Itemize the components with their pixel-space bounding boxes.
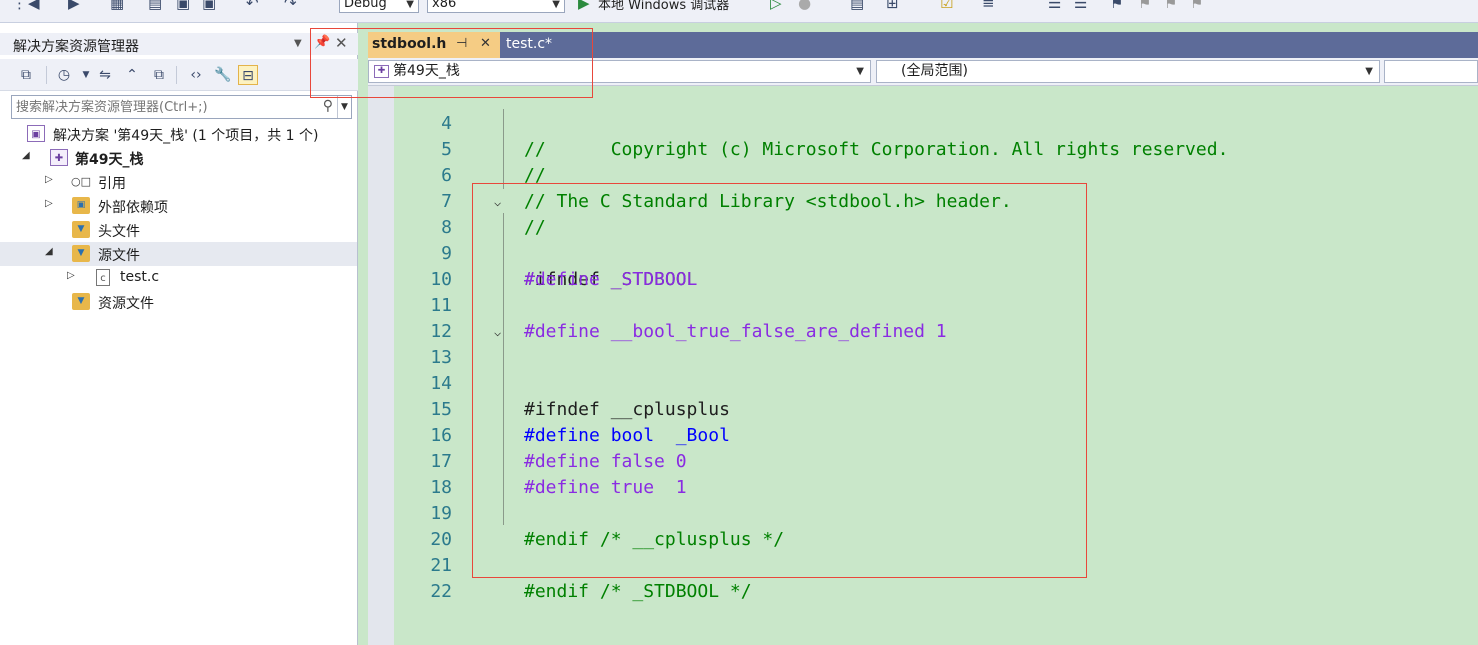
tree-item-label: 外部依赖项 [98, 200, 168, 216]
grip-icon: ⋮ [12, 0, 27, 12]
tree-item-label: 源文件 [98, 248, 140, 264]
tree-item-solution[interactable]: ▣ 解决方案 '第49天_栈' (1 个项目，共 1 个) [0, 122, 357, 146]
expanded-arrow-icon[interactable]: ◢ [22, 150, 30, 161]
tree-item-label: 解决方案 '第49天_栈' (1 个项目，共 1 个) [53, 128, 319, 144]
undo-icon[interactable]: ↶ [246, 0, 259, 12]
indent-icon[interactable]: ☰ [1048, 0, 1061, 12]
start-without-debug-icon[interactable]: ▷ [770, 0, 782, 12]
code-view-icon[interactable]: ‹› [186, 65, 206, 85]
collapse-all-icon[interactable]: ⌃ [122, 65, 142, 85]
back-icon[interactable]: ◀ [28, 0, 40, 12]
chevron-down-icon[interactable]: ▼ [294, 38, 302, 49]
external-deps-icon: ▣ [72, 197, 90, 214]
check-icon[interactable]: ☑ [940, 0, 953, 12]
tree-item-label: 引用 [98, 176, 126, 192]
tree-item-label: 资源文件 [98, 296, 154, 312]
annotation-box-tabs [310, 28, 593, 98]
comment-icon[interactable]: ≡ [982, 0, 995, 12]
forward-icon[interactable]: ▶ [68, 0, 80, 12]
save-all-icon[interactable]: ▣ [202, 0, 216, 12]
project-icon: ✚ [50, 149, 68, 166]
save-icon[interactable]: ▣ [176, 0, 190, 12]
collapsed-arrow-icon[interactable]: ▷ [67, 270, 75, 281]
chevron-down-icon[interactable]: ▼ [76, 65, 96, 85]
stop-icon[interactable]: ● [798, 0, 811, 12]
folder-filter-icon: ▼ [72, 221, 90, 238]
tree-item-project[interactable]: ◢ ✚ 第49天_栈 [0, 146, 357, 170]
line-number: 22 [430, 581, 452, 602]
tree-item-header-files[interactable]: ▼ 头文件 [0, 218, 357, 242]
tree-item-label: 头文件 [98, 224, 140, 240]
folder-filter-icon: ▼ [72, 245, 90, 262]
vs-solution-icon[interactable]: ⧉ [16, 65, 36, 85]
outdent-icon[interactable]: ☰ [1074, 0, 1087, 12]
solution-icon: ▣ [27, 125, 45, 142]
main-toolbar: ⋮ ◀ ▶ ▦ ▤ ▣ ▣ ↶ ↷ Debug ▼ x86 ▼ ▶ 本地 Win… [0, 0, 1478, 23]
open-folder-icon[interactable]: ▤ [148, 0, 162, 12]
line-text: #endif /* _STDBOOL */ [524, 581, 752, 602]
scope-dropdown[interactable]: (全局范围) ▼ [876, 60, 1380, 83]
solution-explorer-toolbar: ⧉ ◷ ▼ ⇋ ⌃ ⧉ ‹› 🔧 ⊟ [0, 59, 358, 91]
tree-item-resource-files[interactable]: ▼ 资源文件 [0, 290, 357, 314]
code-line[interactable]: 6 // The C Standard Library <stdbool.h> … [394, 137, 1478, 212]
collapsed-arrow-icon[interactable]: ▷ [45, 174, 53, 185]
platform-select[interactable]: x86 ▼ [427, 0, 565, 13]
tree-item-source-files[interactable]: ◢ ▼ 源文件 [0, 242, 357, 266]
folder-filter-icon: ▼ [72, 293, 90, 310]
preview-icon[interactable]: ⊟ [238, 65, 258, 85]
panel-title: 解决方案资源管理器 [13, 39, 139, 55]
wrench-icon[interactable]: 🔧 [213, 65, 233, 85]
references-icon: ○□ [71, 175, 91, 188]
bookmark-clear-icon[interactable]: ⚑ [1190, 0, 1203, 12]
history-icon[interactable]: ◷ [54, 65, 74, 85]
solution-explorer-panel: 解决方案资源管理器 ▼ 📌 ✕ ⧉ ◷ ▼ ⇋ ⌃ ⧉ ‹› 🔧 ⊟ ⚲ ▼ ▣… [0, 23, 358, 645]
new-item-icon[interactable]: ▦ [110, 0, 124, 12]
config-value: Debug [344, 0, 387, 11]
chevron-down-icon[interactable]: ▼ [337, 96, 351, 118]
tree-item-label: 第49天_栈 [75, 152, 144, 168]
copy-icon[interactable]: ⧉ [149, 65, 169, 85]
start-debugger-button[interactable]: 本地 Windows 调试器 [598, 0, 729, 13]
vs-window: ⋮ ◀ ▶ ▦ ▤ ▣ ▣ ↶ ↷ Debug ▼ x86 ▼ ▶ 本地 Win… [0, 0, 1478, 645]
screenshot-icon[interactable]: ▤ [850, 0, 864, 12]
c-file-icon: c [96, 269, 110, 286]
chevron-down-icon: ▼ [856, 66, 864, 77]
expanded-arrow-icon[interactable]: ◢ [45, 246, 53, 257]
bookmark-prev-icon[interactable]: ⚑ [1138, 0, 1151, 12]
chevron-down-icon: ▼ [552, 0, 560, 10]
config-select[interactable]: Debug ▼ [339, 0, 419, 13]
solution-explorer-titlebar: 解决方案资源管理器 ▼ 📌 ✕ [0, 33, 358, 55]
bookmark-next-icon[interactable]: ⚑ [1164, 0, 1177, 12]
code-line[interactable]: 5 // [394, 111, 1478, 186]
hierarchy-icon[interactable]: ⊞ [886, 0, 899, 12]
collapsed-arrow-icon[interactable]: ▷ [45, 198, 53, 209]
annotation-box-code [472, 183, 1087, 578]
play-icon[interactable]: ▶ [578, 0, 590, 12]
divider [46, 66, 47, 84]
search-box[interactable]: ⚲ ▼ [11, 95, 352, 119]
bookmark-icon[interactable]: ⚑ [1110, 0, 1123, 12]
tree-item-test-c[interactable]: ▷ c test.c [0, 266, 357, 290]
tree-item-external-deps[interactable]: ▷ ▣ 外部依赖项 [0, 194, 357, 218]
tree-item-references[interactable]: ▷ ○□ 引用 [0, 170, 357, 194]
platform-value: x86 [432, 0, 457, 11]
editor-gutter [368, 86, 394, 645]
chevron-down-icon: ▼ [406, 0, 414, 10]
search-icon[interactable]: ⚲ [323, 98, 333, 114]
divider [176, 66, 177, 84]
chevron-down-icon: ▼ [1365, 66, 1373, 77]
tree-item-label: test.c [120, 269, 160, 285]
member-dropdown[interactable] [1384, 60, 1478, 83]
redo-icon[interactable]: ↷ [284, 0, 297, 12]
search-input[interactable] [16, 98, 306, 116]
scope-dropdown-value: (全局范围) [901, 63, 968, 79]
sync-icon[interactable]: ⇋ [95, 65, 115, 85]
